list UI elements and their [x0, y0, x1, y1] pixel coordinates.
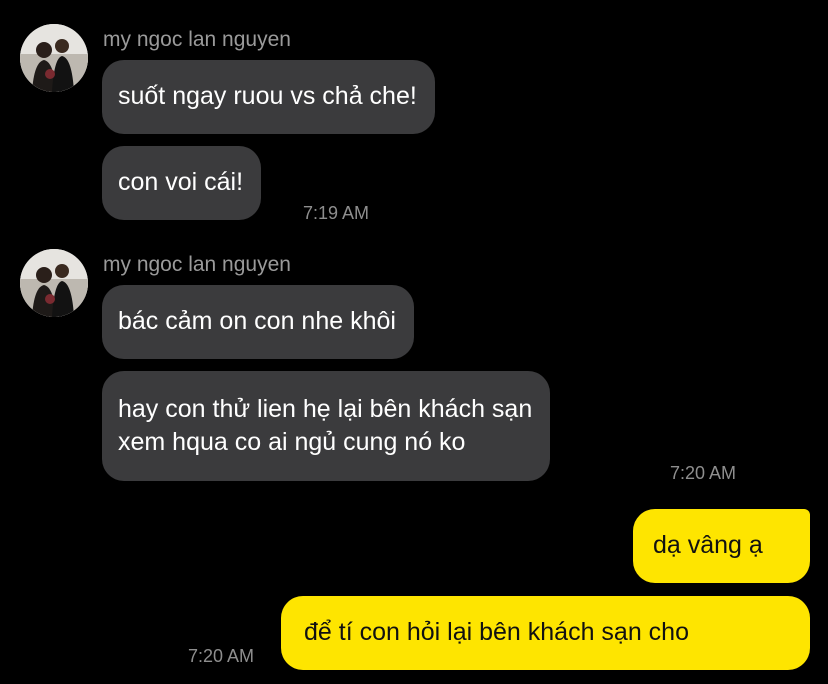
- message-bubble-incoming[interactable]: con voi cái!: [102, 146, 262, 220]
- message-text-line: xem hqua co ai ngủ cung nó ko: [118, 428, 466, 456]
- message-bubble-outgoing[interactable]: dạ vâng ạ: [633, 509, 810, 583]
- message-timestamp: 7:20 AM: [670, 463, 737, 483]
- message-bubble-incoming[interactable]: bác cảm on con nhe khôi: [102, 285, 414, 359]
- profile-photo-icon: [20, 249, 88, 317]
- sender-name: my ngoc lan nguyen: [103, 28, 291, 51]
- message-text-line: hay con thử lien hẹ lại bên khách sạn: [118, 395, 533, 423]
- message-text: dạ vâng ạ: [653, 531, 763, 559]
- sender-name: my ngoc lan nguyen: [103, 253, 291, 276]
- message-bubble-incoming[interactable]: hay con thử lien hẹ lại bên khách sạn xe…: [102, 371, 551, 481]
- profile-photo-icon: [20, 24, 88, 92]
- message-text: để tí con hỏi lại bên khách sạn cho: [304, 618, 689, 646]
- message-timestamp: 7:20 AM: [188, 646, 255, 666]
- sender-avatar[interactable]: [20, 249, 88, 317]
- message-timestamp: 7:19 AM: [303, 203, 370, 223]
- message-bubble-incoming[interactable]: suốt ngay ruou vs chả che!: [102, 60, 435, 134]
- sender-avatar[interactable]: [20, 24, 88, 92]
- message-text: bác cảm on con nhe khôi: [118, 307, 396, 335]
- message-text: suốt ngay ruou vs chả che!: [118, 82, 417, 110]
- message-text: con voi cái!: [118, 168, 244, 196]
- message-bubble-outgoing[interactable]: để tí con hỏi lại bên khách sạn cho: [281, 596, 810, 670]
